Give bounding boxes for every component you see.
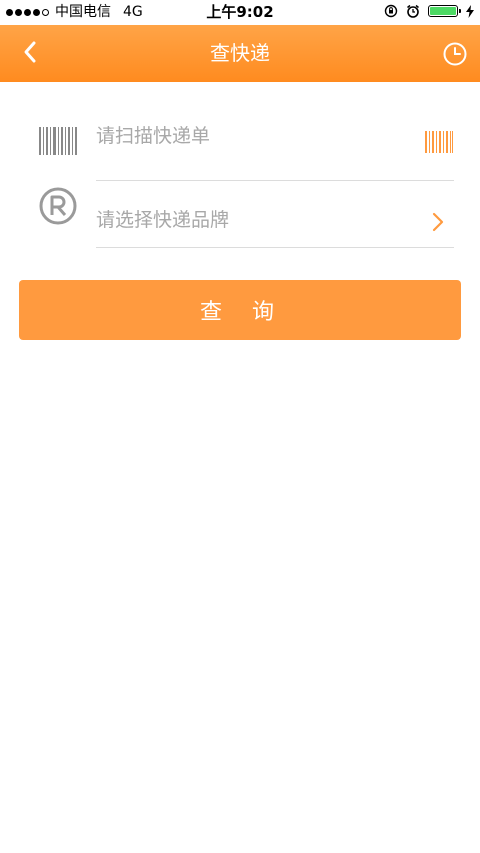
brand-field[interactable]: 请选择快递品牌 xyxy=(96,172,454,248)
brand-row[interactable]: 请选择快递品牌 xyxy=(0,172,480,248)
chevron-right-icon xyxy=(432,212,444,232)
clock-icon xyxy=(443,42,467,66)
history-button[interactable] xyxy=(442,41,468,67)
battery-icon xyxy=(428,5,461,17)
registered-icon xyxy=(38,186,78,226)
alarm-clock-icon xyxy=(407,4,419,18)
scan-barcode-button[interactable] xyxy=(424,129,454,159)
status-bar: 中国电信 4G 上午9:02 xyxy=(0,0,480,25)
charging-bolt-icon xyxy=(466,4,474,18)
brand-select-button[interactable] xyxy=(424,208,454,238)
query-button[interactable]: 查询 xyxy=(19,280,461,340)
barcode-scan-icon xyxy=(425,131,453,153)
status-right xyxy=(384,4,474,18)
brand-placeholder: 请选择快递品牌 xyxy=(96,209,230,231)
scan-row xyxy=(0,105,480,181)
navigation-bar: 查快递 xyxy=(0,25,480,82)
tracking-number-input[interactable] xyxy=(96,119,396,153)
page-title: 查快递 xyxy=(210,41,270,65)
scan-field xyxy=(96,105,454,181)
barcode-icon xyxy=(38,121,78,161)
rotation-lock-icon xyxy=(384,4,398,18)
